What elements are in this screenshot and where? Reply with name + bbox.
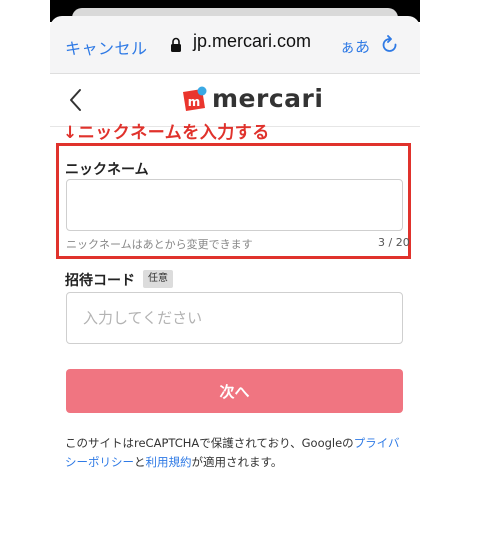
browser-address-bar: キャンセル jp.mercari.com ぁあ: [50, 16, 420, 74]
instruction-annotation: ↓ニックネームを入力する: [63, 123, 270, 143]
recaptcha-notice: このサイトはreCAPTCHAで保護されており、Googleのプライバシーポリシ…: [65, 434, 410, 472]
terms-link[interactable]: 利用規約: [146, 455, 192, 469]
notice-text-end: が適用されます。: [191, 455, 283, 469]
nickname-input[interactable]: [66, 179, 403, 231]
svg-text:m: m: [188, 95, 201, 109]
invite-code-label: 招待コード: [65, 273, 135, 289]
cancel-button[interactable]: キャンセル: [65, 35, 148, 59]
optional-badge: 任意: [143, 270, 173, 288]
text-size-button[interactable]: ぁあ: [340, 36, 370, 57]
lock-icon: [171, 37, 181, 52]
reload-icon[interactable]: [380, 35, 400, 55]
mercari-logo-icon: m: [183, 86, 207, 111]
next-button[interactable]: 次へ: [66, 369, 403, 413]
notice-text-middle: と: [134, 455, 146, 469]
nickname-hint: ニックネームはあとから変更できます: [66, 238, 253, 251]
logo-text: mercari: [212, 84, 324, 113]
nickname-counter: 3 / 20: [378, 236, 410, 249]
notice-text: このサイトはreCAPTCHAで保護されており、Googleの: [65, 436, 354, 450]
url-text[interactable]: jp.mercari.com: [193, 31, 311, 52]
phone-screen: キャンセル jp.mercari.com ぁあ m mercari ↓ニックネー…: [50, 0, 420, 539]
chevron-left-icon[interactable]: [68, 88, 82, 112]
invite-code-input[interactable]: [66, 292, 403, 344]
nickname-label: ニックネーム: [65, 162, 149, 178]
